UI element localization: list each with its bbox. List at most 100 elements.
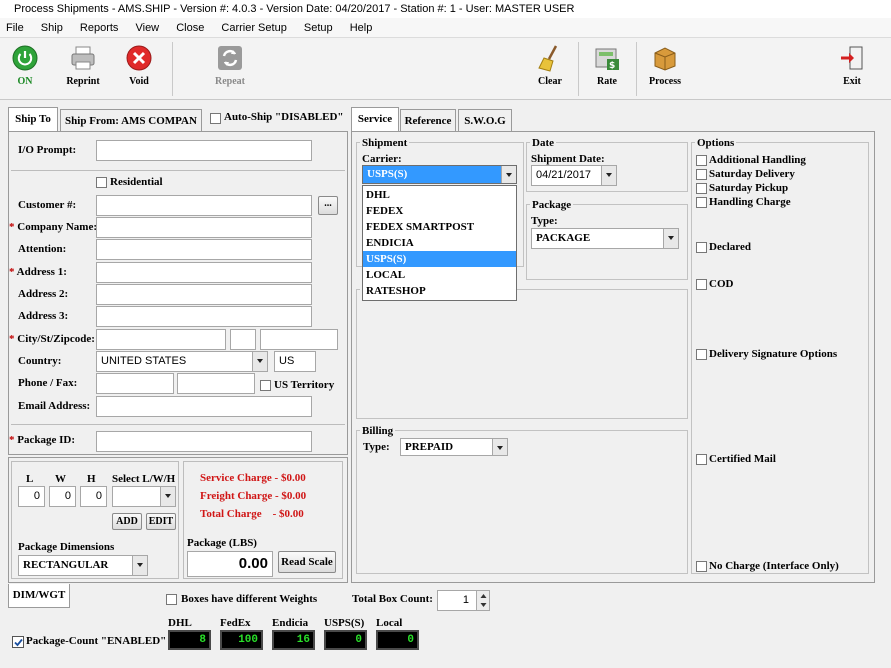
tab-service[interactable]: Service <box>351 107 399 133</box>
select-lwh-dropdown[interactable] <box>112 486 176 507</box>
package-weight-input[interactable]: 0.00 <box>187 551 273 577</box>
menu-reports[interactable]: Reports <box>80 22 119 34</box>
exit-button[interactable]: Exit <box>827 44 877 87</box>
length-input[interactable]: 0 <box>18 486 45 507</box>
residential-checkbox[interactable] <box>96 177 107 188</box>
attention-input[interactable] <box>96 239 312 260</box>
read-scale-button[interactable]: Read Scale <box>278 551 336 573</box>
rate-button[interactable]: $ Rate <box>582 44 632 87</box>
address1-input[interactable] <box>96 262 312 283</box>
service-charge-text: Service Charge - $0.00 <box>200 472 306 484</box>
right-tab-strip: Service Reference S.W.O.G <box>351 105 551 133</box>
saturday-delivery-label: Saturday Delivery <box>709 168 795 180</box>
usps-counter: 0 <box>324 630 367 650</box>
menu-help[interactable]: Help <box>350 22 373 34</box>
additional-handling-checkbox[interactable] <box>696 155 707 166</box>
package-dimensions-select[interactable]: RECTANGULAR <box>18 555 148 576</box>
carrier-option-rateshop[interactable]: RATESHOP <box>363 283 516 299</box>
menu-carrier-setup[interactable]: Carrier Setup <box>221 22 286 34</box>
box-count-spinner[interactable] <box>476 591 489 610</box>
chevron-down-icon[interactable] <box>663 229 678 248</box>
country-select[interactable]: UNITED STATES <box>96 351 268 372</box>
tab-dim-wgt[interactable]: DIM/WGT <box>8 584 70 608</box>
package-dimensions-value: RECTANGULAR <box>23 559 109 571</box>
cod-checkbox[interactable] <box>696 279 707 290</box>
menu-close[interactable]: Close <box>176 22 204 34</box>
repeat-button[interactable]: Repeat <box>205 44 255 87</box>
carrier-option-fedex[interactable]: FEDEX <box>363 203 516 219</box>
menu-ship[interactable]: Ship <box>41 22 63 34</box>
saturday-delivery-checkbox[interactable] <box>696 169 707 180</box>
endicia-counter: 16 <box>272 630 315 650</box>
tab-ship-to[interactable]: Ship To <box>8 107 58 133</box>
us-territory-label: US Territory <box>274 379 335 391</box>
package-count-checkbox[interactable] <box>12 636 24 648</box>
window-title: Process Shipments - AMS.SHIP - Version #… <box>0 0 891 18</box>
menu-file[interactable]: File <box>6 22 24 34</box>
void-button[interactable]: Void <box>114 44 164 87</box>
fax-input[interactable] <box>177 373 255 394</box>
io-prompt-input[interactable] <box>96 140 312 161</box>
company-input[interactable] <box>96 217 312 238</box>
package-icon <box>651 44 679 72</box>
country-code-input[interactable]: US <box>274 351 316 372</box>
tab-ship-from[interactable]: Ship From: AMS COMPAN <box>60 109 202 133</box>
email-input[interactable] <box>96 396 312 417</box>
chevron-down-icon[interactable] <box>492 439 507 455</box>
height-input[interactable]: 0 <box>80 486 107 507</box>
zipcode-input[interactable] <box>260 329 338 350</box>
state-input[interactable] <box>230 329 256 350</box>
address1-label-text: Address 1: <box>16 266 67 278</box>
calendar-dropdown-icon[interactable] <box>601 166 616 185</box>
tab-swog[interactable]: S.W.O.G <box>458 109 512 133</box>
width-label: W <box>55 473 66 485</box>
menu-view[interactable]: View <box>135 22 159 34</box>
chevron-down-icon[interactable] <box>160 487 175 506</box>
carrier-select[interactable]: USPS(S) <box>362 165 517 184</box>
clear-button[interactable]: Clear <box>525 44 575 87</box>
delivery-signature-checkbox[interactable] <box>696 349 707 360</box>
process-button[interactable]: Process <box>640 44 690 87</box>
carrier-option-usps[interactable]: USPS(S) <box>363 251 516 267</box>
shipment-date-input[interactable]: 04/21/2017 <box>531 165 617 186</box>
carrier-option-local[interactable]: LOCAL <box>363 267 516 283</box>
handling-charge-checkbox[interactable] <box>696 197 707 208</box>
address2-input[interactable] <box>96 284 312 305</box>
menu-setup[interactable]: Setup <box>304 22 333 34</box>
package-group: Package Type: PACKAGE <box>526 199 688 280</box>
package-id-input[interactable] <box>96 431 312 452</box>
auto-ship-label: Auto-Ship "DISABLED" <box>224 111 344 123</box>
on-button[interactable]: ON <box>0 44 50 87</box>
io-prompt-label: I/O Prompt: <box>18 144 77 156</box>
customer-lookup-button[interactable]: ... <box>318 196 338 215</box>
add-dims-button[interactable]: ADD <box>112 513 142 530</box>
carrier-option-endicia[interactable]: ENDICIA <box>363 235 516 251</box>
saturday-pickup-checkbox[interactable] <box>696 183 707 194</box>
tab-reference[interactable]: Reference <box>400 109 456 133</box>
height-label: H <box>87 473 96 485</box>
certified-mail-checkbox[interactable] <box>696 454 707 465</box>
city-input[interactable] <box>96 329 226 350</box>
carrier-option-dhl[interactable]: DHL <box>363 187 516 203</box>
billing-type-select[interactable]: PREPAID <box>400 438 508 456</box>
phone-input[interactable] <box>96 373 174 394</box>
declared-checkbox[interactable] <box>696 242 707 253</box>
address3-input[interactable] <box>96 306 312 327</box>
edit-dims-button[interactable]: EDIT <box>146 513 176 530</box>
chevron-down-icon[interactable] <box>132 556 147 575</box>
chevron-down-icon[interactable] <box>501 166 516 183</box>
carrier-option-fedex-smartpost[interactable]: FEDEX SMARTPOST <box>363 219 516 235</box>
no-charge-checkbox[interactable] <box>696 561 707 572</box>
power-icon <box>11 44 39 72</box>
width-input[interactable]: 0 <box>49 486 76 507</box>
billing-group: Billing Type: PREPAID <box>356 425 688 574</box>
reprint-label: Reprint <box>66 76 100 87</box>
customer-input[interactable] <box>96 195 312 216</box>
boxes-diff-weights-checkbox[interactable] <box>166 594 177 605</box>
package-type-select[interactable]: PACKAGE <box>531 228 679 249</box>
reprint-button[interactable]: Reprint <box>58 44 108 87</box>
auto-ship-checkbox[interactable] <box>210 113 221 124</box>
chevron-down-icon[interactable] <box>252 352 267 371</box>
us-territory-checkbox[interactable] <box>260 380 271 391</box>
toolbar-divider <box>636 42 637 96</box>
